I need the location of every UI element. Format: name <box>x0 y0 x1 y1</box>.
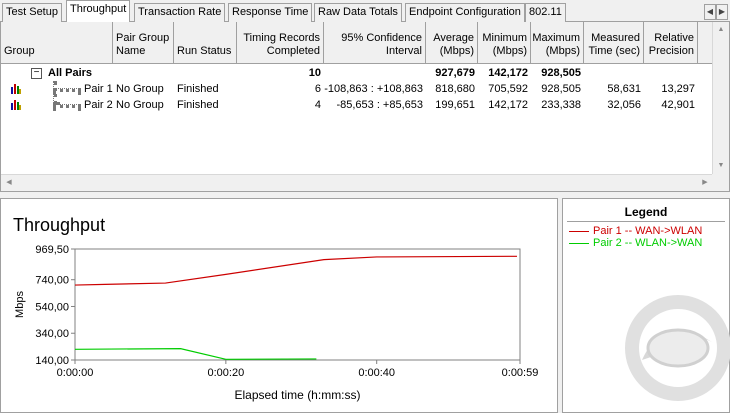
tab-scroll-arrows: ◀ ▶ <box>704 4 728 20</box>
col-header-pair-group-name[interactable]: Pair Group Name <box>113 22 174 64</box>
table-row-pair-1[interactable]: Pair 1 No Group Finished 6 -108,863 : +1… <box>1 81 713 97</box>
timing-records: 6 <box>314 83 321 95</box>
col-header-label: Maximum (Mbps) <box>532 32 580 57</box>
throughput-chart-panel: Throughput 969,50 740,00 540,00 340,00 140,0… <box>0 198 558 413</box>
col-header-relative-precision[interactable]: Relative Precision <box>644 22 698 64</box>
grid-header: Group Pair Group Name Run Status Timing … <box>1 22 713 64</box>
throughput-chart: 969,50740,00540,00340,00140,00 0:00:00 0:… <box>14 244 539 402</box>
tab-802-11[interactable]: 802.11 <box>525 3 566 22</box>
gecid-logo-watermark <box>625 295 730 401</box>
pair-chart-icon <box>11 84 21 94</box>
all-pairs-timing-records: 10 <box>308 67 321 79</box>
col-header-maximum[interactable]: Maximum (Mbps) <box>531 22 584 64</box>
pair-label: Pair 1 <box>84 83 113 95</box>
col-header-confidence[interactable]: 95% Confidence Interval <box>324 22 426 64</box>
confidence-interval: -108,863 : +108,863 <box>324 83 423 95</box>
tab-transaction-rate[interactable]: Transaction Rate <box>134 3 226 22</box>
legend-title: Legend <box>624 205 668 219</box>
y-tick-label: 969,50 <box>35 244 69 256</box>
col-header-timing-records[interactable]: Timing Records Completed <box>237 22 324 64</box>
tab-scroll-right-icon[interactable]: ▶ <box>716 4 728 20</box>
grid-vertical-scrollbar[interactable]: ▲ ▼ <box>712 22 729 174</box>
x-tick-label: 0:00:40 <box>358 367 395 379</box>
minimum: 142,172 <box>488 99 528 111</box>
x-axis: 0:00:00 0:00:20 0:00:40 0:00:59 <box>57 360 539 379</box>
legend-divider <box>567 221 725 222</box>
table-row-pair-2[interactable]: Pair 2 No Group Finished 4 -85,653 : +85… <box>1 97 713 113</box>
pair-group-name: No Group <box>116 83 164 95</box>
scroll-up-icon[interactable]: ▲ <box>713 22 729 38</box>
run-status: Finished <box>177 83 219 95</box>
results-grid: Group Pair Group Name Run Status Timing … <box>0 22 730 192</box>
y-tick-label: 740,00 <box>35 275 69 287</box>
y-tick-label: 340,00 <box>35 328 69 340</box>
tab-raw-data-totals[interactable]: Raw Data Totals <box>314 3 402 22</box>
col-header-label: Pair Group Name <box>116 32 170 57</box>
all-pairs-maximum: 928,505 <box>541 67 581 79</box>
relative-precision: 42,901 <box>661 99 695 111</box>
col-header-label: Run Status <box>177 45 232 57</box>
col-header-minimum[interactable]: Minimum (Mbps) <box>478 22 531 64</box>
col-header-label: Relative Precision <box>648 32 694 57</box>
y-tick-label: 140,00 <box>35 355 69 367</box>
tab-throughput[interactable]: Throughput <box>66 0 131 22</box>
scroll-right-icon[interactable]: ▶ <box>697 175 713 191</box>
run-status: Finished <box>177 99 219 111</box>
tab-response-time[interactable]: Response Time <box>228 3 313 22</box>
average: 818,680 <box>435 83 475 95</box>
y-tick-label: 540,00 <box>35 301 69 313</box>
tab-test-setup[interactable]: Test Setup <box>2 3 62 22</box>
grid-horizontal-scrollbar[interactable]: ◀ ▶ <box>1 174 713 191</box>
x-axis-label: Elapsed time (h:mm:ss) <box>234 388 360 402</box>
average: 199,651 <box>435 99 475 111</box>
pair-chart-icon <box>11 100 21 110</box>
tab-bar: Test Setup Throughput Transaction Rate R… <box>0 0 730 22</box>
pair-group-name: No Group <box>116 99 164 111</box>
col-header-run-status[interactable]: Run Status <box>174 22 237 64</box>
confidence-interval: -85,653 : +85,653 <box>336 99 423 111</box>
legend-item-pair-2[interactable]: Pair 2 -- WLAN->WAN <box>569 237 702 250</box>
scroll-left-icon[interactable]: ◀ <box>1 175 17 191</box>
x-tick-label: 0:00:00 <box>57 367 94 379</box>
scroll-down-icon[interactable]: ▼ <box>713 158 729 174</box>
col-header-label: 95% Confidence Interval <box>341 32 422 57</box>
plot-area <box>74 248 521 361</box>
tab-endpoint-configuration[interactable]: Endpoint Configuration <box>405 3 525 22</box>
col-header-label: Timing Records Completed <box>243 32 320 57</box>
timing-records: 4 <box>314 99 321 111</box>
col-header-measured-time[interactable]: Measured Time (sec) <box>584 22 644 64</box>
measured-time: 58,631 <box>607 83 641 95</box>
col-header-label: Group <box>4 45 35 57</box>
tab-scroll-left-icon[interactable]: ◀ <box>704 4 716 20</box>
collapse-icon[interactable]: − <box>31 68 42 79</box>
pair-label: Pair 2 <box>84 99 113 111</box>
all-pairs-label: All Pairs <box>48 67 93 79</box>
legend-label: Pair 2 -- WLAN->WAN <box>593 237 703 249</box>
maximum: 233,338 <box>541 99 581 111</box>
col-header-label: Minimum (Mbps) <box>482 32 527 57</box>
x-tick-label: 0:00:20 <box>207 367 244 379</box>
x-tick-label: 0:00:59 <box>502 367 539 379</box>
table-row-all-pairs[interactable]: − All Pairs 10 927,679 142,172 928,505 <box>1 65 713 81</box>
relative-precision: 13,297 <box>661 83 695 95</box>
all-pairs-average: 927,679 <box>435 67 475 79</box>
col-header-average[interactable]: Average (Mbps) <box>426 22 478 64</box>
maximum: 928,505 <box>541 83 581 95</box>
all-pairs-minimum: 142,172 <box>488 67 528 79</box>
y-axis-label: Mbps <box>14 291 26 318</box>
y-axis: 969,50 740,00 540,00 340,00 140,00 <box>35 244 75 367</box>
col-header-label: Measured Time (sec) <box>588 32 640 57</box>
scrollbar-corner <box>712 174 729 191</box>
measured-time: 32,056 <box>607 99 641 111</box>
minimum: 705,592 <box>488 83 528 95</box>
legend-swatch <box>569 231 589 232</box>
col-header-group[interactable]: Group <box>1 22 113 64</box>
col-header-label: Average (Mbps) <box>433 32 474 57</box>
legend-swatch <box>569 243 589 244</box>
